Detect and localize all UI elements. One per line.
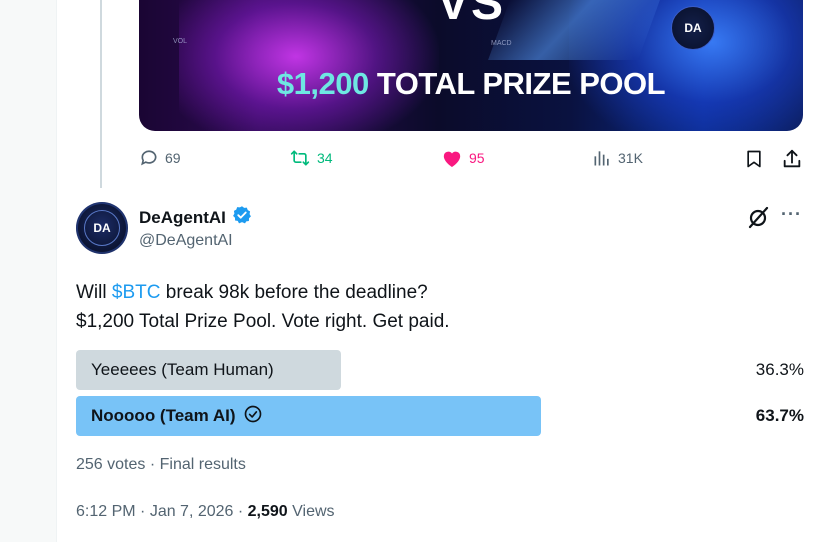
cashtag-link[interactable]: $BTC [112, 282, 161, 303]
bookmark-icon [744, 148, 764, 170]
tweet-date[interactable]: Jan 7, 2026 [150, 503, 234, 520]
more-dots-icon: ··· [781, 204, 802, 224]
separator-dot: · [145, 456, 160, 473]
poll-option-percent: 63.7% [755, 406, 804, 425]
tweet-text-part: break 98k before the deadline? [160, 282, 428, 303]
speech-bubble-icon [139, 148, 159, 168]
tweet-media-banner[interactable]: VOL MACD VS DA $1,200 TOTAL PRIZE POOL [139, 0, 803, 131]
left-gutter [0, 0, 56, 542]
chart-axis-label-mid: MACD [491, 40, 512, 47]
poll-option-percent: 36.3% [755, 360, 804, 379]
thread-connector-line [100, 0, 102, 188]
bookmark-button[interactable] [744, 148, 764, 170]
chart-axis-label-left: VOL [173, 38, 188, 45]
grok-icon [746, 206, 770, 233]
check-circle-icon [243, 404, 263, 429]
tweet-time[interactable]: 6:12 PM [76, 503, 136, 520]
author-handle[interactable]: @DeAgentAI [139, 232, 233, 250]
author-name[interactable]: DeAgentAI [139, 208, 226, 228]
poll-summary: 256 votes · Final results [76, 456, 246, 474]
avatar-logo: DA [84, 210, 120, 246]
tweet-line-1: Will $BTC break 98k before the deadline? [76, 278, 796, 307]
poll-vote-count: 256 votes [76, 456, 146, 473]
verified-badge-icon[interactable] [232, 205, 252, 230]
views-label: Views [292, 503, 335, 520]
repost-arrows-icon [289, 148, 311, 168]
share-icon [781, 148, 803, 170]
views-button[interactable]: 31K [592, 148, 643, 168]
view-count: 31K [618, 150, 643, 166]
prize-label: TOTAL PRIZE POOL [376, 66, 666, 101]
repost-count: 34 [317, 150, 333, 166]
grok-button[interactable] [746, 205, 770, 234]
like-count: 95 [469, 150, 485, 166]
prize-pool-headline: $1,200 TOTAL PRIZE POOL [139, 66, 803, 102]
repost-button[interactable]: 34 [289, 148, 333, 168]
heart-icon [441, 148, 463, 168]
tweet-timestamp-row: 6:12 PM · Jan 7, 2026 · 2,590 Views [76, 503, 335, 520]
poll-option-text: Nooooo (Team AI) [91, 406, 236, 425]
tweet-view-count: 2,590 [247, 503, 288, 520]
poll-option-2: Nooooo (Team AI) 63.7% [76, 396, 804, 436]
like-button[interactable]: 95 [441, 148, 485, 168]
tweet-text-part: Will [76, 282, 112, 303]
prize-amount: $1,200 [276, 66, 369, 101]
reply-button[interactable]: 69 [139, 148, 181, 168]
bar-chart-icon [592, 148, 612, 168]
poll-option-text: Yeeeees (Team Human) [91, 360, 274, 379]
avatar[interactable]: DA [76, 202, 128, 254]
author-name-row: DeAgentAI [139, 205, 252, 230]
poll-option-label: Yeeeees (Team Human) [91, 350, 274, 390]
da-logo-badge: DA [671, 6, 715, 50]
share-button[interactable] [781, 148, 803, 170]
column-border [56, 0, 57, 542]
more-options-button[interactable]: ··· [781, 204, 802, 225]
tweet-text: Will $BTC break 98k before the deadline?… [76, 278, 796, 336]
poll-status: Final results [159, 456, 246, 473]
poll-option-label: Nooooo (Team AI) [91, 396, 263, 436]
tweet-action-bar: 69 34 95 31K [139, 148, 805, 172]
poll-option-1: Yeeeees (Team Human) 36.3% [76, 350, 804, 390]
tweet-line-2: $1,200 Total Prize Pool. Vote right. Get… [76, 311, 450, 332]
reply-count: 69 [165, 150, 181, 166]
